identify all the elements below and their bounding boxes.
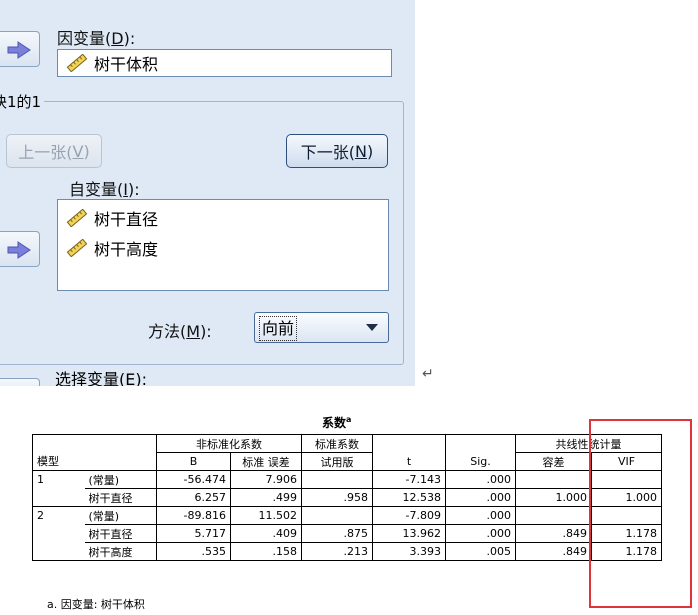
table-footnote: a. 因变量: 树干体积	[47, 598, 145, 611]
cell-tolerance	[515, 470, 592, 489]
cell-tolerance: .849	[515, 524, 592, 543]
cell-b: -89.816	[156, 506, 231, 525]
table-row: 树干高度 .535 .158 .213 3.393 .005 .849 1.17…	[32, 542, 662, 561]
header-cell	[84, 434, 157, 453]
cell-term: (常量)	[84, 470, 157, 489]
cell-model	[32, 542, 85, 561]
cell-t: 12.538	[372, 488, 446, 507]
cell-sig: .000	[445, 488, 516, 507]
right-arrow-icon	[7, 241, 31, 259]
cell-beta: .213	[301, 542, 373, 561]
cell-beta	[301, 470, 373, 489]
cell-beta: .875	[301, 524, 373, 543]
cell-sig: .000	[445, 506, 516, 525]
independent-variable-item[interactable]: 树干高度	[66, 236, 158, 260]
cell-tolerance: .849	[515, 542, 592, 561]
header-sig: Sig.	[445, 452, 516, 471]
dropdown-triangle-icon	[366, 324, 378, 331]
cell-std-error: 7.906	[230, 470, 302, 489]
cell-sig: .000	[445, 470, 516, 489]
cell-model	[32, 524, 85, 543]
method-select[interactable]: 向前	[254, 312, 389, 343]
cell-term: 树干直径	[84, 524, 157, 543]
independent-variable-name: 树干高度	[94, 240, 159, 259]
cell-beta: .958	[301, 488, 373, 507]
ruler-icon	[66, 54, 88, 72]
cell-model: 2	[32, 506, 85, 525]
move-to-independent-button[interactable]	[0, 231, 40, 267]
header-cell	[372, 434, 446, 453]
cell-sig: .005	[445, 542, 516, 561]
header-model: 模型	[32, 452, 85, 471]
cell-t: 3.393	[372, 542, 446, 561]
cell-b: .535	[156, 542, 231, 561]
cell-b: 5.717	[156, 524, 231, 543]
dependent-variable-item[interactable]: 树干体积	[66, 51, 158, 75]
cell-model: 1	[32, 470, 85, 489]
table-row: 树干直径 5.717 .409 .875 13.962 .000 .849 1.…	[32, 524, 662, 543]
ruler-icon	[66, 209, 88, 227]
block-title: 块1的1	[0, 91, 45, 112]
method-label: 方法(M):	[148, 322, 212, 341]
cell-t: -7.143	[372, 470, 446, 489]
coefficients-table: 非标准化系数 标准系数 共线性统计量 模型 B 标准 误差 试用版 t Sig.…	[32, 434, 662, 561]
header-std-error: 标准 误差	[230, 452, 302, 471]
cell-tolerance: 1.000	[515, 488, 592, 507]
paragraph-mark: ↵	[422, 366, 434, 382]
cell-model	[32, 488, 85, 507]
next-block-button[interactable]: 下一张(N)	[286, 134, 388, 168]
right-arrow-icon	[7, 41, 31, 59]
cell-std-error: .409	[230, 524, 302, 543]
move-to-selection-button[interactable]	[0, 378, 40, 386]
cell-t: -7.809	[372, 506, 446, 525]
dependent-variable-name: 树干体积	[94, 55, 159, 74]
table-row: 树干直径 6.257 .499 .958 12.538 .000 1.000 1…	[32, 488, 662, 507]
cell-sig: .000	[445, 524, 516, 543]
header-cell	[32, 434, 85, 453]
previous-block-button[interactable]: 上一张(V)	[6, 134, 102, 168]
cell-tolerance	[515, 506, 592, 525]
cell-term: 树干高度	[84, 542, 157, 561]
highlight-box	[589, 419, 692, 608]
linear-regression-dialog: 因变量(D): 树干体积 块1的1 上一张(V) 下一张(N) 自变量(I): …	[0, 0, 415, 386]
header-unstandardized: 非标准化系数	[156, 434, 302, 453]
move-to-dependent-button[interactable]	[0, 31, 40, 67]
table-title: 系数a	[322, 415, 352, 430]
cell-b: -56.474	[156, 470, 231, 489]
table-row: 1 (常量) -56.474 7.906 -7.143 .000	[32, 470, 662, 489]
dependent-field[interactable]: 树干体积	[57, 49, 392, 77]
cell-beta	[301, 506, 373, 525]
cell-term: (常量)	[84, 506, 157, 525]
header-t: t	[372, 452, 446, 471]
method-selected-value: 向前	[259, 316, 298, 341]
dependent-label: 因变量(D):	[57, 29, 136, 48]
cell-std-error: .158	[230, 542, 302, 561]
independent-variable-name: 树干直径	[94, 210, 159, 229]
header-cell	[445, 434, 516, 453]
header-cell	[84, 452, 157, 471]
cell-std-error: 11.502	[230, 506, 302, 525]
selection-variable-label: 选择变量(E):	[55, 370, 147, 386]
header-beta: 试用版	[301, 452, 373, 471]
cell-term: 树干直径	[84, 488, 157, 507]
cell-t: 13.962	[372, 524, 446, 543]
header-b: B	[156, 452, 231, 471]
independent-label: 自变量(I):	[69, 180, 140, 199]
header-standardized: 标准系数	[301, 434, 373, 453]
cell-b: 6.257	[156, 488, 231, 507]
header-tolerance: 容差	[515, 452, 592, 471]
table-row: 2 (常量) -89.816 11.502 -7.809 .000	[32, 506, 662, 525]
cell-std-error: .499	[230, 488, 302, 507]
independent-list[interactable]: 树干直径 树干高度	[57, 199, 389, 291]
ruler-icon	[66, 239, 88, 257]
independent-variable-item[interactable]: 树干直径	[66, 206, 158, 230]
